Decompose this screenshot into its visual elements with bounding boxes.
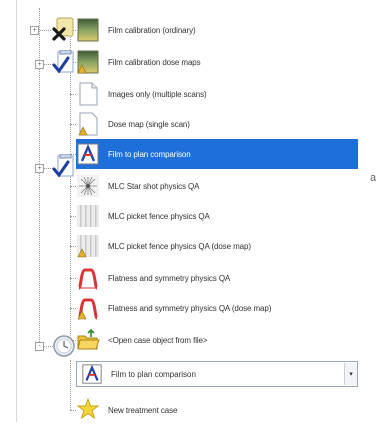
new-treatment-case-item[interactable]: New treatment case: [76, 395, 358, 425]
item-label: MLC picket fence physics QA: [108, 211, 210, 221]
checklist-icon[interactable]: [51, 153, 77, 180]
clock-icon[interactable]: [51, 333, 77, 359]
document-icon: [76, 82, 100, 106]
tree-item-picket-fence-dose[interactable]: MLC picket fence physics QA (dose map): [76, 231, 358, 261]
root-tree-line: [39, 8, 40, 348]
film-cancel-icon[interactable]: [51, 16, 77, 42]
open-folder-icon: [76, 328, 100, 352]
picket-fence-icon: [76, 204, 100, 228]
case-type-dropdown[interactable]: Film to plan comparison ▾: [76, 361, 358, 387]
item-label: Dose map (single scan): [108, 119, 190, 129]
item-label: <Open case object from file>: [108, 335, 208, 345]
chevron-down-icon[interactable]: ▾: [344, 363, 357, 385]
film-plan-icon: [81, 363, 103, 385]
item-label: New treatment case: [108, 405, 178, 415]
dropdown-value: Film to plan comparison: [111, 369, 196, 379]
dose-map-icon: [76, 112, 100, 136]
item-label: Film to plan comparison: [108, 149, 191, 159]
tree-item-film-to-plan[interactable]: Film to plan comparison: [76, 139, 358, 169]
branch-line-3: [70, 168, 71, 340]
expand-toggle[interactable]: +: [30, 26, 39, 35]
new-case-icon: [76, 397, 100, 422]
item-label: Images only (multiple scans): [108, 89, 207, 99]
tree-item-film-calibration[interactable]: Film calibration (ordinary): [76, 15, 358, 45]
picket-fence-dose-icon: [76, 234, 100, 258]
branch-line-4: [70, 360, 71, 410]
expand-toggle[interactable]: +: [35, 164, 44, 173]
item-label: Flatness and symmetry physics QA (dose m…: [108, 303, 272, 313]
flatness-dose-icon: [76, 296, 100, 320]
item-label: MLC picket fence physics QA (dose map): [108, 241, 251, 251]
tree-item-film-calibration-dose[interactable]: Film calibration dose maps: [76, 47, 358, 77]
flatness-icon: [76, 266, 100, 290]
item-label: Film calibration (ordinary): [108, 25, 196, 35]
stray-text: a: [370, 172, 377, 184]
tree-item-star-shot[interactable]: MLC Star shot physics QA: [76, 171, 358, 201]
item-label: Film calibration dose maps: [108, 57, 201, 67]
star-shot-icon: [76, 174, 100, 198]
tree-item-images-only[interactable]: Images only (multiple scans): [76, 79, 358, 109]
film-plan-icon: [76, 142, 100, 166]
tree-item-picket-fence[interactable]: MLC picket fence physics QA: [76, 201, 358, 231]
tree-item-dose-map[interactable]: Dose map (single scan): [76, 109, 358, 139]
collapse-toggle[interactable]: -: [35, 342, 44, 351]
tree-item-flatness[interactable]: Flatness and symmetry physics QA: [76, 263, 358, 293]
tree-item-open-case[interactable]: <Open case object from file>: [76, 325, 358, 355]
item-label: MLC Star shot physics QA: [108, 181, 200, 191]
item-label: Flatness and symmetry physics QA: [108, 273, 231, 283]
expand-toggle[interactable]: +: [35, 60, 44, 69]
tree-item-flatness-dose[interactable]: Flatness and symmetry physics QA (dose m…: [76, 293, 358, 323]
film-calibration-dose-icon: [76, 50, 100, 74]
film-calibration-icon: [76, 18, 100, 42]
checklist-icon[interactable]: [51, 49, 77, 76]
left-border: [16, 0, 17, 422]
